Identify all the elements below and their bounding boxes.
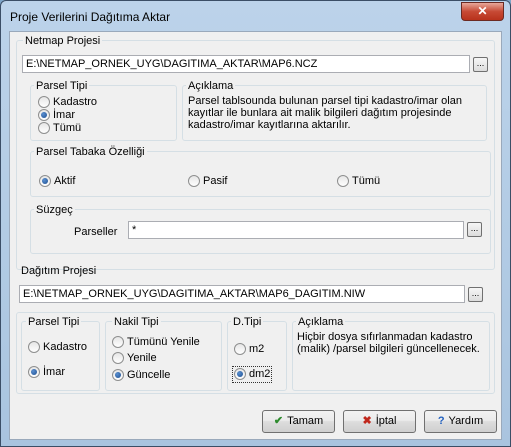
check-icon: ✔ [273,415,284,427]
window-title: Proje Verilerini Dağıtıma Aktar [10,10,171,24]
radio-nakil-guncelle[interactable]: Güncelle [112,369,170,382]
netmap-description-group: Açıklama Parsel tablsounda bulunan parse… [182,80,487,141]
x-icon: ✖ [362,415,372,427]
dagitim-description-group: Açıklama Hiçbir dosya sıfırlanmadan kada… [292,316,490,391]
dialog-client: Netmap Projesi E:\NETMAP_ORNEK_UYG\DAGIT… [9,31,502,440]
title-bar[interactable]: Proje Verilerini Dağıtıma Aktar ✕ [1,1,510,31]
question-icon: ? [437,415,445,427]
d-tipi-group: D.Tipi m2 dm2 [227,316,287,391]
dagitim-parsel-tipi-label: Parsel Tipi [26,316,82,328]
radio-parsel-imar[interactable]: İmar [38,109,75,122]
parseller-filter-field[interactable]: * [128,221,464,239]
netmap-description-line: Parsel tablsounda bulunan parsel tipi ka… [188,95,462,107]
radio-circle [112,336,124,348]
tabaka-ozelligi-group: Parsel Tabaka Özelliği Aktif Pasif Tümü [30,146,491,197]
nakil-tipi-group: Nakil Tipi Tümünü Yenile Yenile Güncelle [105,316,222,391]
nakil-tipi-label: Nakil Tipi [112,316,161,328]
radio-circle-selected [39,175,51,187]
suzgec-label: Süzgeç [34,204,75,216]
netmap-description-label: Açıklama [186,80,236,92]
netmap-project-group: Netmap Projesi E:\NETMAP_ORNEK_UYG\DAGIT… [16,35,495,270]
suzgec-group: Süzgeç Parseller * ... [30,204,491,254]
radio-circle [188,175,200,187]
ok-button[interactable]: ✔ Tamam [262,410,335,433]
dagitim-description-label: Açıklama [296,316,346,328]
dagitim-description-line: (malik) /parsel bilgileri güncellenecek. [297,343,480,355]
parsel-tipi-group: Parsel Tipi Kadastro İmar Tümü [30,80,177,141]
radio-circle [38,122,50,134]
radio-parsel-kadastro[interactable]: Kadastro [38,96,97,109]
parseller-browse-button[interactable]: ... [467,222,482,237]
tabaka-ozelligi-label: Parsel Tabaka Özelliği [34,146,147,158]
radio-tabaka-aktif[interactable]: Aktif [39,175,75,188]
dagitim-description-line: Hiçbir dosya sıfırlanmadan kadastro [297,331,473,343]
radio-circle-selected [28,366,40,378]
netmap-path-field[interactable]: E:\NETMAP_ORNEK_UYG\DAGITIMA_AKTAR\MAP6.… [22,55,470,73]
dagitim-project-label: Dağıtım Projesi [21,265,97,277]
radio-circle [234,343,246,355]
radio-tabaka-tumu[interactable]: Tümü [337,175,380,188]
cancel-button[interactable]: ✖ İptal [343,410,416,433]
dagitim-options-group: Parsel Tipi Kadastro İmar Nakil Tipi Tüm… [16,312,495,394]
dagitim-path-field[interactable]: E:\NETMAP_ORNEK_UYG\DAGITIMA_AKTAR\MAP6_… [19,285,465,303]
radio-circle [28,341,40,353]
radio-circle-selected [234,368,246,380]
dagitim-parsel-tipi-group: Parsel Tipi Kadastro İmar [21,316,100,391]
parsel-tipi-label: Parsel Tipi [34,80,90,92]
radio-parsel-tumu[interactable]: Tümü [38,122,81,135]
netmap-description-line: kadastro/imar kayıtlarına aktarılır. [188,119,351,131]
radio-circle [112,352,124,364]
radio-circle-selected [38,109,50,121]
radio-tabaka-pasif[interactable]: Pasif [188,175,227,188]
radio-circle [38,96,50,108]
radio-dagitim-imar[interactable]: İmar [28,366,65,379]
netmap-description-line: kayıtlar ile bunlara ait malik bilgileri… [188,107,452,119]
d-tipi-label: D.Tipi [231,316,264,328]
parseller-label: Parseller [74,226,118,238]
radio-circle-selected [112,369,124,381]
dialog-window: Proje Verilerini Dağıtıma Aktar ✕ Netmap… [0,0,511,447]
netmap-browse-button[interactable]: ... [473,57,488,72]
netmap-project-label: Netmap Projesi [23,35,103,47]
radio-dtipi-m2[interactable]: m2 [234,343,264,356]
radio-dagitim-kadastro[interactable]: Kadastro [28,341,87,354]
radio-circle [337,175,349,187]
help-button[interactable]: ? Yardım [424,410,497,433]
radio-dtipi-dm2[interactable]: dm2 [231,366,273,383]
close-button[interactable]: ✕ [461,2,504,21]
dagitim-browse-button[interactable]: ... [468,287,483,302]
radio-nakil-yenile[interactable]: Yenile [112,352,157,365]
radio-nakil-tumunu-yenile[interactable]: Tümünü Yenile [112,336,200,349]
